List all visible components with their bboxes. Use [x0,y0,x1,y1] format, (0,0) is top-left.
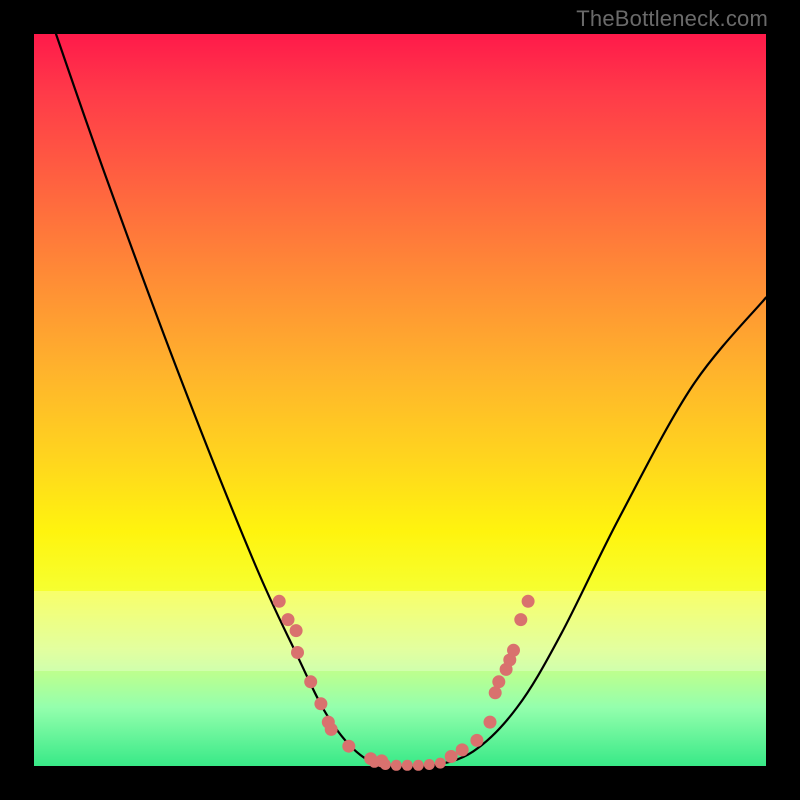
data-marker [492,675,505,688]
data-marker [489,686,502,699]
data-marker [380,759,391,770]
bottleneck-curve [56,34,766,768]
data-marker [413,760,424,771]
data-marker [290,624,303,637]
data-marker [507,644,520,657]
data-marker [291,646,304,659]
data-marker [514,613,527,626]
data-marker [424,759,435,770]
data-marker [273,595,286,608]
data-marker [456,743,469,756]
chart-plot-area [34,34,766,766]
data-marker [435,758,446,769]
chart-svg [34,34,766,766]
data-marker [470,734,483,747]
data-marker [314,697,327,710]
data-marker [522,595,535,608]
marker-group-left [273,595,389,768]
data-marker [484,716,497,729]
data-marker [391,760,402,771]
data-marker [304,675,317,688]
data-marker [342,740,355,753]
data-marker [325,723,338,736]
attribution-label: TheBottleneck.com [576,6,768,32]
data-marker [445,750,458,763]
data-marker [402,760,413,771]
data-marker [282,613,295,626]
data-marker [369,757,380,768]
